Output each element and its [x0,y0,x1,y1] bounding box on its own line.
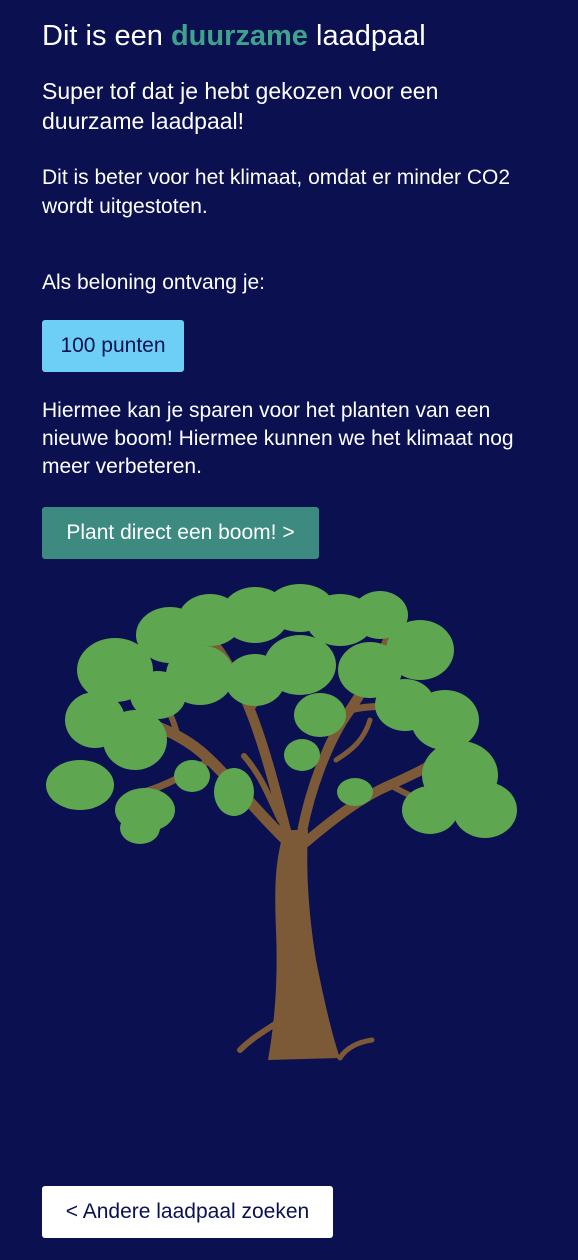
back-to-search-button[interactable]: < Andere laadpaal zoeken [42,1186,333,1238]
reason-text: Dit is beter voor het klimaat, omdat er … [42,166,511,218]
page-title: Dit is een duurzame laadpaal [42,17,426,55]
tree-illustration [46,584,517,1061]
title-highlight: duurzame [170,20,308,52]
explanation-text: Hiermee kan je sparen voor het planten v… [42,399,514,478]
title-suffix: laadpaal [307,20,426,52]
intro-text: Super tof dat je hebt gekozen voor een d… [42,78,439,134]
title-prefix: Dit is een [42,20,171,52]
plant-tree-button[interactable]: Plant direct een boom! > [42,507,319,559]
reward-label: Als beloning ontvang je: [42,271,265,294]
points-badge: 100 punten [42,320,184,372]
